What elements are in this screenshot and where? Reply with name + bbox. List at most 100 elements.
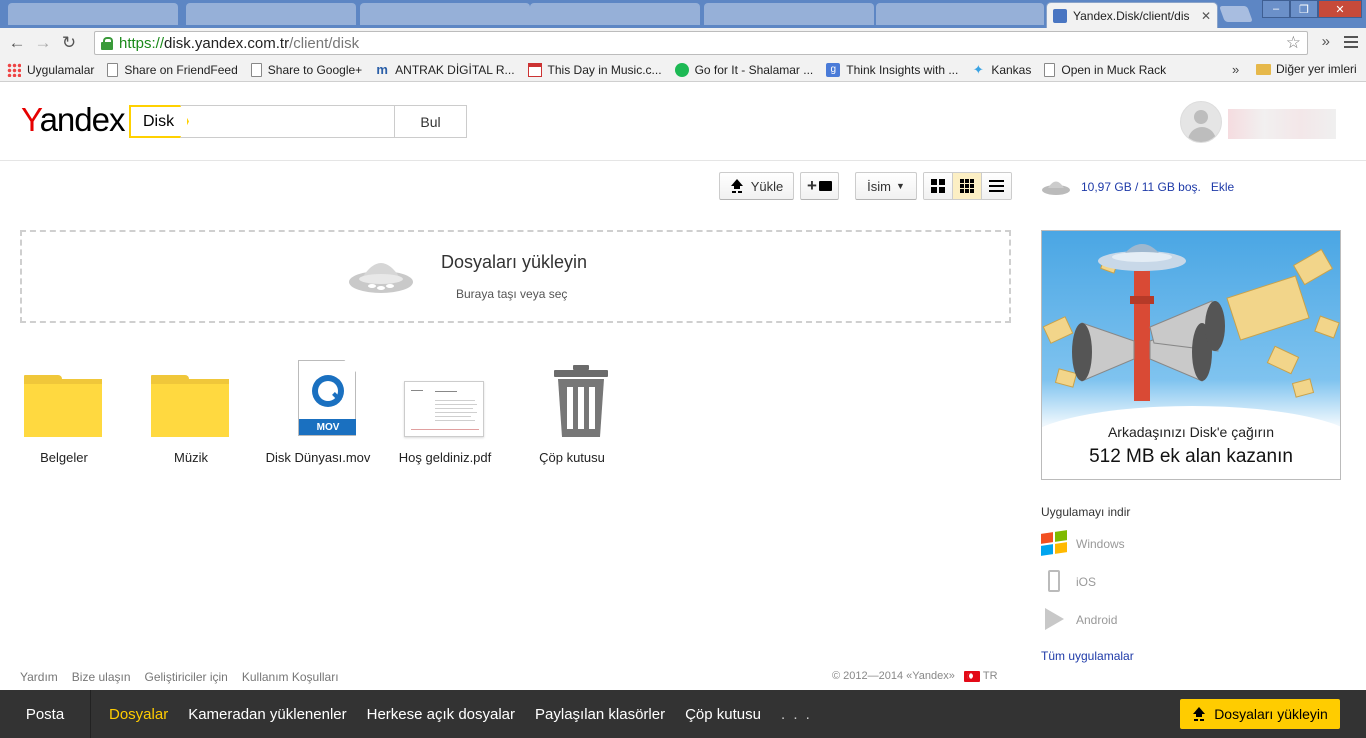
google-icon: g [826, 62, 841, 77]
disk-space-info: 10,97 GB / 11 GB boş. Ekle [1041, 178, 1234, 196]
url-path: /client/disk [289, 34, 360, 52]
back-arrow-icon[interactable]: ← [4, 33, 30, 53]
bookmark-item[interactable]: Share to Google+ [250, 62, 363, 77]
forward-arrow-icon[interactable]: → [30, 33, 56, 53]
new-folder-button[interactable]: + [800, 172, 839, 200]
search-button[interactable]: Bul [394, 105, 467, 138]
footer-link-help[interactable]: Yardım [20, 670, 58, 684]
tab-close-icon[interactable]: ✕ [1201, 9, 1211, 23]
browser-tab-blurred[interactable] [360, 3, 530, 25]
new-tab-button[interactable] [1219, 6, 1253, 22]
invite-friends-promo[interactable]: Arkadaşınızı Disk'e çağırın 512 MB ek al… [1041, 230, 1341, 480]
bookmark-label: Share on FriendFeed [124, 62, 238, 77]
other-bookmarks-folder[interactable]: Diğer yer imleri [1256, 62, 1357, 76]
app-download-windows[interactable]: Windows [1041, 530, 1125, 556]
folder-icon [24, 375, 102, 437]
bookmark-item[interactable]: Share on FriendFeed [107, 62, 238, 77]
nav-trash[interactable]: Çöp kutusu [685, 706, 761, 723]
file-name: Hoş geldiniz.pdf [398, 450, 492, 465]
extensions-overflow-icon[interactable]: » [1322, 33, 1330, 50]
username-redacted[interactable] [1228, 109, 1336, 139]
bookmarks-bar: Uygulamalar Share on FriendFeed Share to… [0, 58, 1366, 82]
sort-dropdown[interactable]: İsim ▼ [855, 172, 917, 200]
bookmark-label: Uygulamalar [27, 62, 95, 77]
bookmark-item[interactable]: m ANTRAK DİGİTAL R... [375, 61, 515, 77]
bookmarks-overflow-button[interactable]: » [1232, 62, 1239, 77]
footer-link-terms[interactable]: Kullanım Koşulları [242, 670, 339, 684]
trash-icon [554, 365, 608, 437]
restore-icon[interactable]: ❐ [1290, 0, 1318, 18]
browser-tab-blurred[interactable] [8, 3, 178, 25]
bookmark-label: Share to Google+ [267, 62, 363, 77]
app-download-android[interactable]: Android [1041, 608, 1117, 632]
disk-nav-items: Dosyalar Kameradan yüklenenler Herkese a… [109, 690, 812, 738]
yandex-disk-favicon-icon [1053, 8, 1067, 23]
bookmark-item[interactable]: Uygulamalar [7, 62, 95, 77]
bookmark-label: Open in Muck Rack [1061, 62, 1167, 77]
footer-link-contact[interactable]: Bize ulaşın [72, 670, 131, 684]
browser-tab-active[interactable]: Yandex.Disk/client/dis ✕ [1046, 2, 1218, 28]
language-switch[interactable]: TR [983, 670, 998, 682]
dropzone-subtitle[interactable]: Buraya taşı veya seç [456, 287, 567, 301]
yandex-logo[interactable]: Yandex [21, 101, 125, 139]
window-close-icon[interactable]: ✕ [1318, 0, 1362, 18]
browser-tab-blurred[interactable] [186, 3, 356, 25]
footer-links: Yardım Bize ulaşın Geliştiriciler için K… [20, 670, 339, 684]
android-icon [1041, 608, 1069, 632]
bookmark-label: Kankas [991, 62, 1032, 77]
turkey-flag-icon[interactable] [963, 670, 980, 682]
browser-tab-blurred[interactable] [530, 3, 700, 25]
address-bar[interactable]: https://disk.yandex.com.tr/client/disk ☆ [94, 31, 1308, 55]
upload-dropzone[interactable]: Dosyaları yükleyin Buraya taşı veya seç [20, 230, 1011, 323]
file-name: Belgeler [40, 450, 88, 465]
nav-camera-uploads[interactable]: Kameradan yüklenenler [188, 706, 346, 723]
plus-icon: + [807, 176, 817, 195]
large-icons-view-button[interactable] [924, 173, 953, 199]
bookmark-item[interactable]: Open in Muck Rack [1044, 62, 1167, 77]
promo-cloud-shape [1042, 406, 1340, 479]
all-apps-link[interactable]: Tüm uygulamalar [1041, 649, 1134, 663]
ufo-icon [1042, 181, 1070, 195]
footer-link-developers[interactable]: Geliştiriciler için [145, 670, 228, 684]
upload-icon [730, 179, 744, 193]
browser-toolbar-right: » [1322, 33, 1358, 50]
browser-tab-blurred[interactable] [876, 3, 1044, 25]
copyright: © 2012—2014 «Yandex» TR [832, 670, 998, 682]
yandex-header: Yandex Disk Bul [0, 83, 1366, 161]
file-name: Müzik [174, 450, 208, 465]
folder-icon [1256, 63, 1271, 75]
windows-icon [1041, 530, 1069, 556]
upload-files-button[interactable]: Dosyaları yükleyin [1180, 699, 1340, 729]
reload-icon[interactable]: ↻ [56, 33, 82, 53]
antrak-icon: m [376, 61, 388, 77]
bookmark-label: Think Insights with ... [846, 62, 959, 77]
browser-tab-blurred[interactable] [704, 3, 874, 25]
page-icon [107, 62, 119, 77]
bookmark-star-icon[interactable]: ☆ [1286, 33, 1301, 53]
search-input[interactable] [195, 107, 391, 135]
minimize-icon[interactable]: – [1262, 0, 1290, 18]
avatar[interactable] [1180, 101, 1222, 143]
other-bookmarks-label: Diğer yer imleri [1276, 62, 1357, 76]
nav-posta[interactable]: Posta [0, 690, 91, 738]
lock-icon [101, 37, 113, 50]
nav-files[interactable]: Dosyalar [109, 706, 168, 723]
nav-shared-folders[interactable]: Paylaşılan klasörler [535, 706, 665, 723]
app-label: Windows [1076, 537, 1125, 551]
view-mode-switch [923, 172, 1012, 200]
upload-button[interactable]: Yükle [719, 172, 794, 200]
bookmark-item[interactable]: ✦ Kankas [971, 62, 1032, 77]
bookmark-item[interactable]: Go for It - Shalamar ... [674, 62, 813, 77]
bookmark-label: ANTRAK DİGİTAL R... [395, 62, 515, 77]
bookmark-item[interactable]: This Day in Music.c... [527, 62, 662, 77]
list-view-button[interactable] [982, 173, 1011, 199]
nav-public-files[interactable]: Herkese açık dosyalar [367, 706, 515, 723]
bookmark-item[interactable]: g Think Insights with ... [826, 62, 959, 77]
nav-more-button[interactable]: . . . [781, 706, 812, 723]
small-icons-view-button[interactable] [953, 173, 982, 199]
add-space-link[interactable]: Ekle [1211, 180, 1234, 194]
app-download-ios[interactable]: iOS [1041, 570, 1096, 594]
ufo-icon [349, 263, 413, 293]
ios-icon [1041, 570, 1069, 594]
chrome-menu-icon[interactable] [1344, 35, 1358, 48]
